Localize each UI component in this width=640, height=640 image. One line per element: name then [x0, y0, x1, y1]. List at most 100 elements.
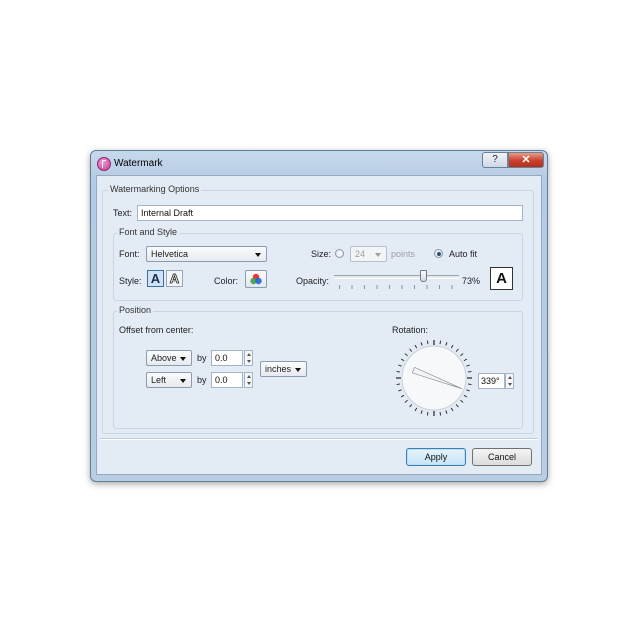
rotation-dial-tick	[450, 407, 454, 412]
horizontal-direction-dropdown[interactable]: Left	[146, 372, 192, 388]
size-radio[interactable]	[335, 249, 344, 258]
rotation-dial-tick	[467, 370, 472, 373]
color-picker-button[interactable]	[245, 270, 267, 288]
help-button[interactable]: ?	[482, 152, 508, 168]
rotation-dial-tick	[396, 370, 401, 373]
style-preview: A	[490, 267, 513, 290]
dropdown-arrow-icon	[180, 357, 186, 361]
spin-down-icon	[508, 383, 512, 386]
font-style-group: Font and Style Font: Helvetica Size: 24 …	[113, 227, 523, 301]
spin-up-icon	[247, 375, 251, 378]
rotation-dial-tick	[426, 411, 429, 416]
rotation-dial-tick	[398, 389, 402, 392]
rotation-dial-tick	[426, 340, 429, 345]
spin-down-icon	[247, 382, 251, 385]
cancel-button[interactable]: Cancel	[472, 448, 532, 466]
dialog-client-area: Watermarking Options Text: Internal Draf…	[96, 175, 542, 475]
rotation-dial-tick	[420, 410, 423, 414]
rotation-dial-tick	[460, 399, 464, 403]
vertical-direction-dropdown[interactable]: Above	[146, 350, 192, 366]
vertical-offset-spinner[interactable]	[244, 350, 253, 366]
watermark-app-icon	[97, 157, 111, 171]
opacity-slider-ticks	[339, 285, 454, 289]
style-outline-button[interactable]: A	[166, 270, 183, 287]
size-label: Size:	[311, 249, 332, 259]
rotation-dial-tick	[409, 404, 413, 408]
opacity-value: 73%	[462, 276, 481, 286]
rotation-dial-tick	[420, 342, 423, 346]
auto-fit-radio[interactable]	[434, 249, 443, 258]
close-button[interactable]: ✕	[508, 152, 544, 168]
rotation-dial-tick	[463, 358, 468, 362]
size-value: 24	[355, 249, 366, 259]
rotation-input[interactable]: 339°	[478, 373, 505, 389]
position-group: Position Offset from center: Above by 0.…	[113, 305, 523, 429]
rotation-dial-tick	[414, 344, 418, 349]
position-title: Position	[117, 305, 154, 315]
watermark-text-input[interactable]: Internal Draft	[137, 205, 523, 221]
style-filled-glyph: A	[150, 271, 161, 286]
font-dropdown[interactable]: Helvetica	[146, 246, 267, 262]
rotation-dial-tick	[404, 353, 408, 357]
button-separator	[100, 438, 538, 440]
style-label: Style:	[119, 276, 142, 286]
window-title: Watermark	[114, 158, 163, 169]
rotation-dial-tick	[450, 344, 454, 349]
style-preview-glyph: A	[496, 270, 507, 287]
color-picker-icon	[250, 273, 262, 285]
vertical-direction-value: Above	[151, 353, 177, 363]
rotation-dial-tick	[400, 358, 405, 362]
vertical-offset-input[interactable]: 0.0	[211, 350, 243, 366]
rotation-spinner[interactable]	[505, 373, 514, 389]
rotation-dial-tick	[439, 411, 442, 416]
rotation-dial-tick	[455, 348, 459, 352]
rotation-dial-tick	[398, 364, 402, 367]
opacity-label: Opacity:	[296, 276, 330, 286]
horizontal-offset-spinner[interactable]	[244, 372, 253, 388]
watermarking-options-group: Watermarking Options Text: Internal Draf…	[102, 184, 534, 434]
dropdown-arrow-icon	[180, 379, 186, 383]
font-style-title: Font and Style	[117, 227, 180, 237]
style-outline-glyph: A	[169, 271, 180, 287]
points-label: points	[391, 249, 416, 259]
color-label: Color:	[214, 276, 239, 286]
style-filled-button[interactable]: A	[147, 270, 164, 287]
rotation-dial-tick	[445, 342, 448, 346]
spin-down-icon	[247, 360, 251, 363]
font-label: Font:	[119, 249, 140, 259]
spin-up-icon	[247, 353, 251, 356]
rotation-dial-tick	[460, 353, 464, 357]
rotation-dial-tick	[439, 340, 442, 345]
opacity-slider-track	[334, 275, 459, 279]
rotation-dial-tick	[396, 383, 401, 386]
rotation-dial-tick	[466, 364, 470, 367]
rotation-dial-tick	[445, 410, 448, 414]
vertical-by-label: by	[197, 353, 207, 363]
units-dropdown[interactable]: inches	[260, 361, 307, 377]
spin-up-icon	[508, 376, 512, 379]
auto-fit-label: Auto fit	[449, 249, 478, 259]
rotation-dial-tick	[466, 389, 470, 392]
rotation-dial-tick	[455, 404, 459, 408]
close-icon: ✕	[521, 154, 531, 166]
rotation-dial-tick	[414, 407, 418, 412]
opacity-slider[interactable]	[334, 270, 459, 292]
apply-button[interactable]: Apply	[406, 448, 466, 466]
watermark-dialog: Watermark ? ✕ Watermarking Options Text:…	[90, 150, 548, 482]
text-label: Text:	[113, 208, 133, 218]
size-dropdown[interactable]: 24	[350, 246, 387, 262]
font-value: Helvetica	[151, 249, 189, 259]
opacity-slider-thumb[interactable]	[420, 270, 428, 282]
dropdown-arrow-icon	[295, 368, 301, 372]
rotation-dial[interactable]	[394, 338, 474, 418]
dropdown-arrow-icon	[375, 253, 381, 257]
horizontal-offset-input[interactable]: 0.0	[211, 372, 243, 388]
rotation-dial-tick	[467, 383, 472, 386]
offset-label: Offset from center:	[119, 325, 194, 335]
rotation-label: Rotation:	[392, 325, 429, 335]
horizontal-by-label: by	[197, 375, 207, 385]
rotation-dial-tick	[409, 348, 413, 352]
rotation-dial-tick	[400, 394, 405, 398]
rotation-dial-tick	[404, 399, 408, 403]
dropdown-arrow-icon	[255, 253, 261, 257]
